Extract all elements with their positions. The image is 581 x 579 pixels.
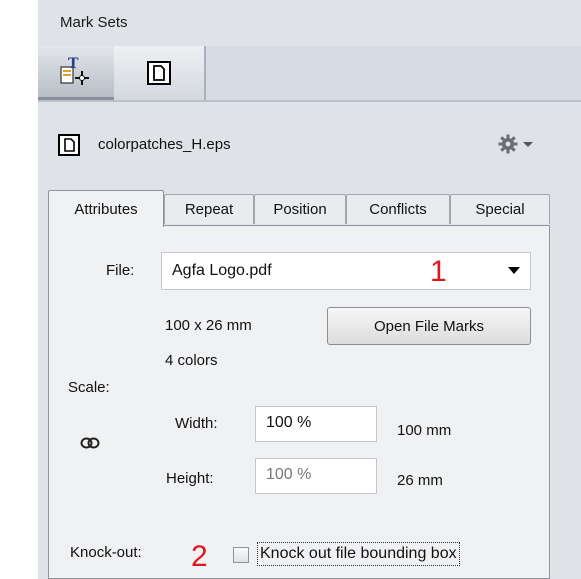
file-mark-icon [58, 134, 80, 156]
file-dropdown[interactable]: Agfa Logo.pdf 1 [161, 252, 531, 290]
file-label: File: [106, 262, 135, 279]
width-mm: 100 mm [397, 422, 452, 439]
knockout-checkbox[interactable] [233, 547, 249, 563]
height-label: Height: [166, 470, 214, 487]
width-label: Width: [175, 415, 218, 432]
chevron-down-icon [523, 142, 533, 147]
tab-special[interactable]: Special [450, 194, 550, 224]
tab-attributes[interactable]: Attributes [48, 190, 164, 227]
open-file-marks-button[interactable]: Open File Marks [327, 307, 531, 345]
mark-toolbar: T [38, 46, 581, 100]
gear-icon [498, 134, 518, 154]
mark-sets-panel: Mark Sets T colorpatches_H.eps Attribute… [38, 0, 581, 579]
tab-position[interactable]: Position [254, 194, 346, 224]
text-mark-add-icon: T [60, 56, 89, 85]
link-proportions-icon[interactable] [80, 436, 100, 450]
settings-menu-button[interactable] [498, 132, 544, 156]
panel-title: Mark Sets [60, 14, 128, 31]
add-text-mark-button[interactable]: T [38, 46, 114, 100]
chevron-down-icon [508, 267, 520, 274]
toolbar-divider [38, 100, 581, 102]
knockout-label: Knock-out: [70, 544, 142, 561]
width-input-value: 100 % [266, 414, 312, 431]
height-input-value: 100 % [266, 466, 312, 483]
height-input[interactable]: 100 % [255, 458, 377, 494]
attributes-tab-content: File: Agfa Logo.pdf 1 100 x 26 mm Open F… [48, 225, 550, 579]
file-dropdown-value: Agfa Logo.pdf [172, 262, 272, 279]
annotation-marker-2: 2 [191, 540, 208, 573]
knockout-checkbox-label[interactable]: Knock out file bounding box [257, 542, 460, 566]
file-row: colorpatches_H.eps [58, 130, 558, 160]
svg-text:T: T [68, 56, 79, 72]
tab-repeat[interactable]: Repeat [164, 194, 254, 224]
file-size: 100 x 26 mm [165, 317, 252, 334]
file-name: colorpatches_H.eps [98, 136, 231, 153]
scale-label: Scale: [68, 379, 110, 396]
annotation-marker-1: 1 [430, 255, 447, 288]
file-mark-button[interactable] [114, 46, 206, 100]
file-mark-icon [147, 61, 171, 85]
height-mm: 26 mm [397, 472, 443, 489]
tab-conflicts[interactable]: Conflicts [346, 194, 450, 224]
width-input[interactable]: 100 % [255, 406, 377, 442]
file-colors: 4 colors [165, 352, 218, 369]
